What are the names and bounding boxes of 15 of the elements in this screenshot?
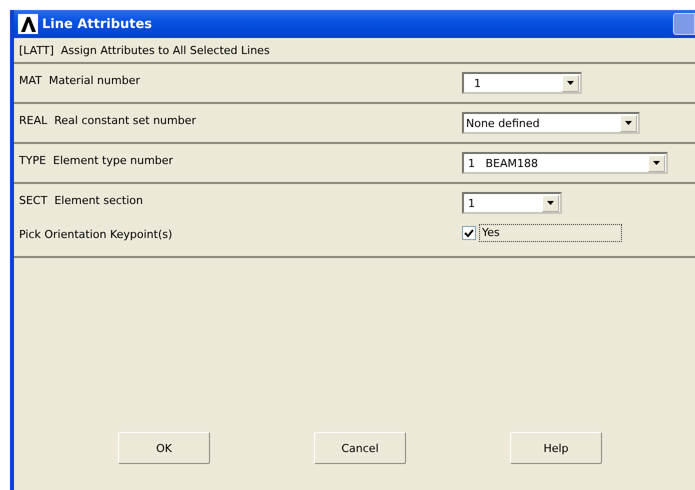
window-title: Line Attributes [42, 16, 152, 32]
field-label: REAL Real constant set number [18, 113, 198, 127]
dialog-button[interactable]: OK [118, 432, 210, 464]
field-label: SECT Element section [18, 193, 144, 207]
field-label: TYPE Element type number [18, 153, 174, 167]
dropdown[interactable]: None defined [462, 112, 640, 134]
dropdown[interactable]: 1 [462, 192, 562, 214]
command-description: [LATT] Assign Attributes to All Selected Lines [19, 44, 270, 56]
field-label: MAT Material number [18, 73, 141, 87]
checkbox-label: Yes [479, 224, 622, 242]
dropdown[interactable]: 1 BEAM188 [462, 152, 668, 174]
dialog-button[interactable]: Cancel [314, 432, 406, 464]
dropdown[interactable]: 1 [462, 72, 582, 94]
field-label: Pick Orientation Keypoint(s) [18, 227, 174, 241]
dialog-button[interactable]: Help [510, 432, 602, 464]
